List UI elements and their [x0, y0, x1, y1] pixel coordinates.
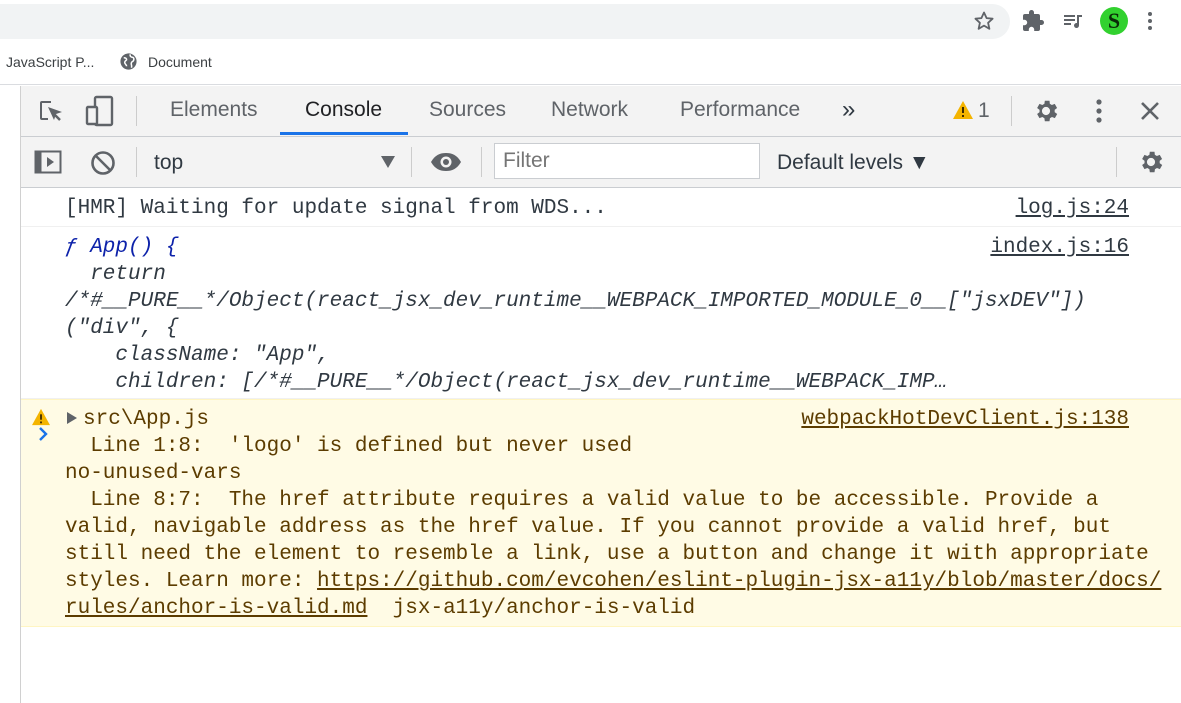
divider — [1116, 147, 1117, 177]
log-levels-dropdown[interactable]: Default levels ▼ — [777, 151, 930, 175]
bookmark-star-icon[interactable] — [972, 9, 996, 33]
rule-name: jsx-a11y/anchor-is-valid — [367, 597, 696, 620]
inspect-element-icon[interactable] — [37, 98, 65, 126]
console-message: [HMR] Waiting for update signal from WDS… — [21, 188, 1181, 227]
console-toolbar: top Default levels ▼ — [21, 137, 1181, 188]
expand-triangle-icon[interactable] — [67, 412, 77, 424]
message-line: /*#__PURE__*/Object(react_jsx_dev_runtim… — [65, 290, 1086, 313]
warning-icon — [32, 408, 50, 426]
console-messages: [HMR] Waiting for update signal from WDS… — [21, 188, 1181, 703]
learn-more-text: styles. Learn more: — [65, 570, 318, 593]
console-settings-gear-icon[interactable] — [1137, 148, 1165, 176]
message-line: styles. Learn more: https://github.com/e… — [65, 568, 1161, 595]
message-line: rules/anchor-is-valid.md jsx-a11y/anchor… — [65, 595, 695, 622]
message-line: Line 1:8: 'logo' is defined but never us… — [65, 435, 633, 458]
warning-count[interactable]: 1 — [978, 99, 990, 123]
media-queue-icon[interactable] — [1061, 9, 1085, 33]
divider — [481, 147, 482, 177]
message-line: still need the element to resemble a lin… — [65, 543, 1149, 566]
console-prompt-chevron-icon[interactable] — [35, 426, 51, 442]
tab-console[interactable]: Console — [305, 98, 382, 122]
tab-sources[interactable]: Sources — [429, 98, 506, 122]
device-toolbar-icon[interactable] — [85, 95, 115, 127]
extensions-puzzle-icon[interactable] — [1021, 9, 1045, 33]
filter-input[interactable] — [494, 143, 760, 179]
settings-gear-icon[interactable] — [1032, 97, 1060, 125]
message-line: className: "App", — [65, 344, 330, 367]
show-sidebar-icon[interactable] — [34, 150, 62, 174]
message-source-link[interactable]: log.js:24 — [1016, 195, 1129, 222]
message-line: ("div", { — [65, 317, 179, 340]
divider — [411, 147, 412, 177]
bookmarks-bar: JavaScript P... Document — [0, 43, 1181, 85]
console-warning-message: src\App.js webpackHotDevClient.js:138 Li… — [21, 399, 1181, 627]
tab-network[interactable]: Network — [551, 98, 628, 122]
bookmark-javascript[interactable]: JavaScript P... — [6, 54, 94, 70]
docs-link-continued[interactable]: rules/anchor-is-valid.md — [65, 597, 367, 620]
log-levels-label: Default levels — [777, 151, 904, 174]
message-source-link[interactable]: index.js:16 — [990, 234, 1129, 261]
message-line: Line 8:7: The href attribute requires a … — [65, 489, 1099, 512]
divider — [136, 96, 137, 126]
devtools-menu-icon[interactable] — [1092, 97, 1106, 125]
message-line: return — [65, 263, 166, 286]
function-line: ƒ App() { — [65, 236, 179, 259]
message-line: no-unused-vars — [65, 462, 242, 485]
more-tabs-chevron-icon[interactable]: » — [842, 96, 855, 124]
console-message: ƒ App() { return /*#__PURE__*/Object(rea… — [21, 227, 1181, 399]
message-text: [HMR] Waiting for update signal from WDS… — [65, 197, 607, 220]
tab-elements[interactable]: Elements — [170, 98, 258, 122]
message-line: valid, navigable address as the href val… — [65, 516, 1111, 539]
warning-icon[interactable] — [952, 100, 974, 120]
message-line: ƒ App() { — [65, 234, 178, 261]
message-source-link[interactable]: webpackHotDevClient.js:138 — [801, 406, 1129, 433]
browser-toolbar: S — [0, 0, 1181, 43]
close-icon[interactable] — [1139, 100, 1161, 122]
profile-avatar[interactable]: S — [1100, 7, 1128, 35]
active-tab-indicator — [280, 132, 408, 135]
browser-menu-icon[interactable] — [1143, 9, 1157, 33]
clear-console-icon[interactable] — [90, 150, 116, 176]
divider — [136, 147, 137, 177]
devtools-panel: Elements Console Sources Network Perform… — [20, 86, 1181, 703]
context-selector[interactable]: top — [154, 151, 183, 175]
docs-link[interactable]: https://github.com/evcohen/eslint-plugin… — [317, 570, 1161, 593]
message-line: children: [/*#__PURE__*/Object(react_jsx… — [65, 371, 948, 394]
globe-icon — [120, 53, 137, 70]
tab-performance[interactable]: Performance — [680, 98, 800, 122]
address-bar[interactable] — [0, 4, 1010, 39]
devtools-tabbar: Elements Console Sources Network Perform… — [21, 86, 1181, 137]
divider — [1011, 96, 1012, 126]
bookmark-document[interactable]: Document — [148, 54, 212, 70]
warning-title[interactable]: src\App.js — [83, 406, 209, 433]
live-expression-eye-icon[interactable] — [430, 152, 462, 172]
chevron-down-icon[interactable] — [381, 156, 395, 168]
